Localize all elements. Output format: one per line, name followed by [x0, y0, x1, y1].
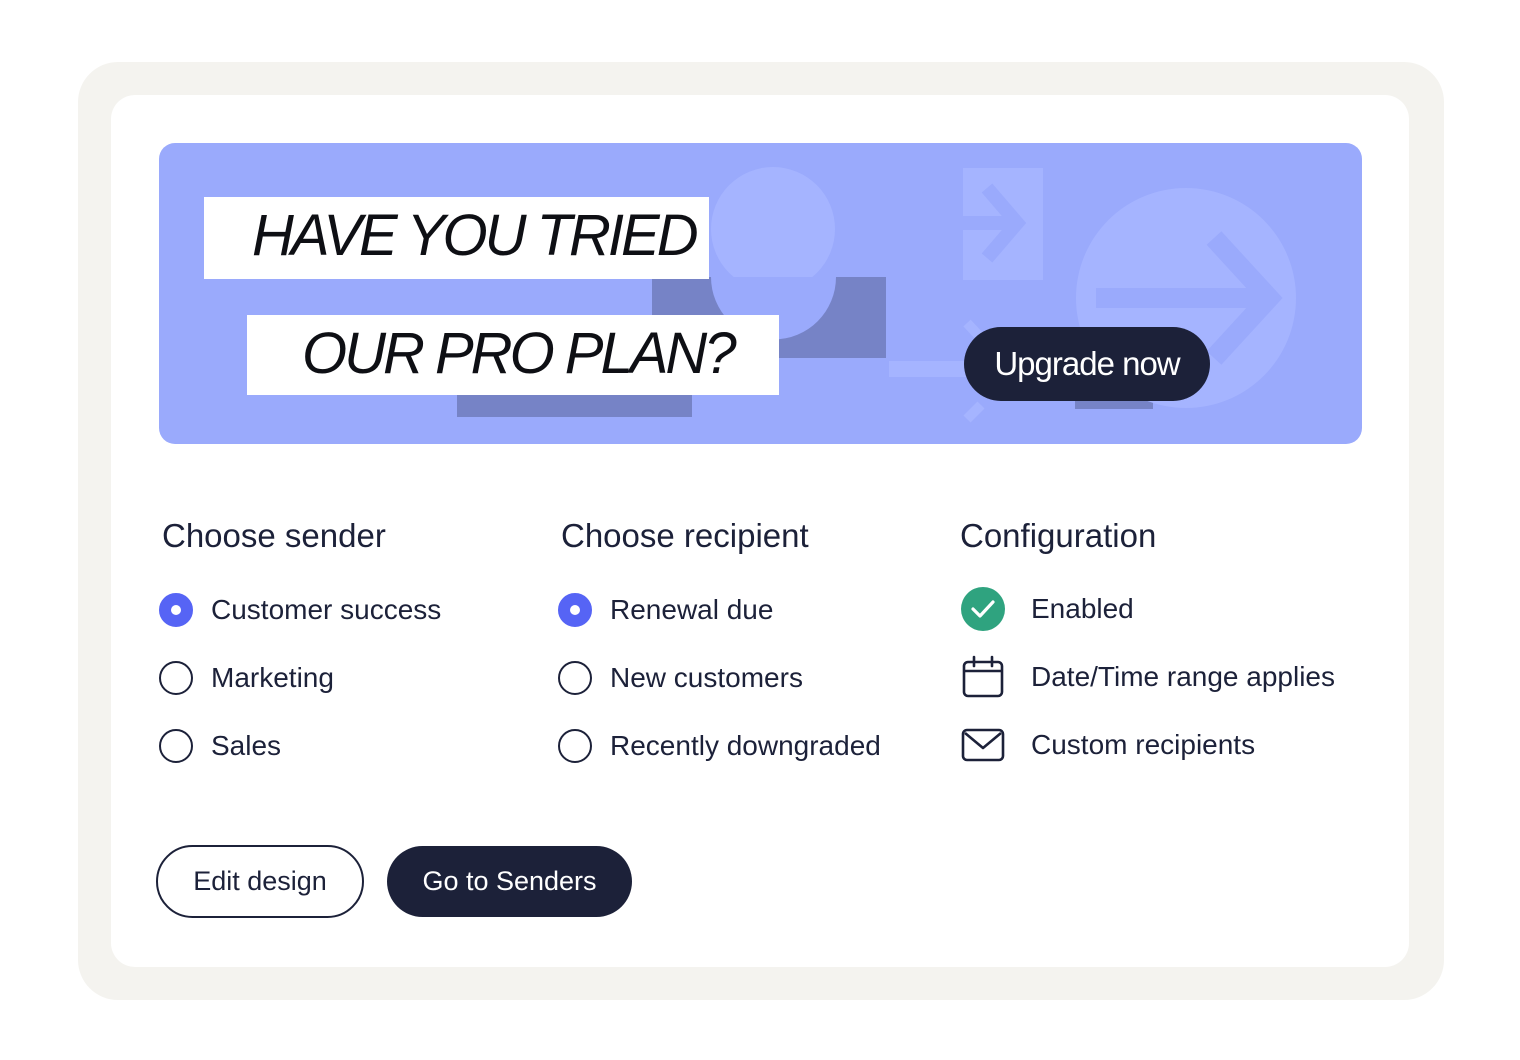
radio-unselected-icon[interactable]	[159, 661, 193, 695]
sender-option-customer-success[interactable]: Customer success	[159, 593, 441, 627]
sender-option-label: Sales	[211, 730, 282, 761]
edit-design-button[interactable]: Edit design	[156, 845, 364, 918]
recipient-option-renewal-due[interactable]: Renewal due	[558, 593, 773, 627]
upgrade-now-button[interactable]: Upgrade now	[964, 327, 1210, 401]
recipient-option-label: New customers	[610, 662, 803, 693]
sender-option-sales[interactable]: Sales	[159, 729, 281, 763]
sender-option-label: Marketing	[211, 662, 334, 693]
configuration-section: Configuration	[960, 516, 1156, 556]
go-to-senders-button[interactable]: Go to Senders	[387, 846, 632, 917]
config-item-label: Custom recipients	[1031, 729, 1256, 760]
sender-heading: Choose sender	[162, 517, 386, 554]
sender-option-marketing[interactable]: Marketing	[159, 661, 334, 695]
config-item-date-time: Date/Time range applies	[960, 654, 1335, 700]
recipient-heading: Choose recipient	[561, 517, 809, 554]
headline-line-2: OUR PRO PLAN?	[247, 315, 779, 395]
config-item-custom-recipients: Custom recipients	[960, 722, 1255, 768]
check-circle-icon	[960, 586, 1006, 632]
config-item-enabled: Enabled	[960, 586, 1134, 632]
radio-unselected-icon[interactable]	[558, 661, 592, 695]
configuration-heading: Configuration	[960, 517, 1157, 554]
recipient-section: Choose recipient	[561, 516, 809, 556]
config-item-label: Enabled	[1031, 593, 1134, 624]
sender-option-label: Customer success	[211, 594, 442, 625]
recipient-option-new-customers[interactable]: New customers	[558, 661, 803, 695]
mail-icon	[960, 722, 1006, 768]
radio-unselected-icon[interactable]	[558, 729, 592, 763]
headline-line-1: HAVE YOU TRIED	[204, 197, 709, 279]
radio-unselected-icon[interactable]	[159, 729, 193, 763]
promo-banner: HAVE YOU TRIED OUR PRO PLAN? Upgrade now	[159, 143, 1362, 444]
sender-section: Choose sender	[162, 516, 386, 556]
radio-selected-icon[interactable]	[558, 593, 592, 627]
config-item-label: Date/Time range applies	[1031, 661, 1336, 692]
recipient-option-recently-downgraded[interactable]: Recently downgraded	[558, 729, 881, 763]
recipient-option-label: Recently downgraded	[610, 730, 881, 761]
recipient-option-label: Renewal due	[610, 594, 774, 625]
radio-selected-icon[interactable]	[159, 593, 193, 627]
calendar-icon	[960, 654, 1006, 700]
